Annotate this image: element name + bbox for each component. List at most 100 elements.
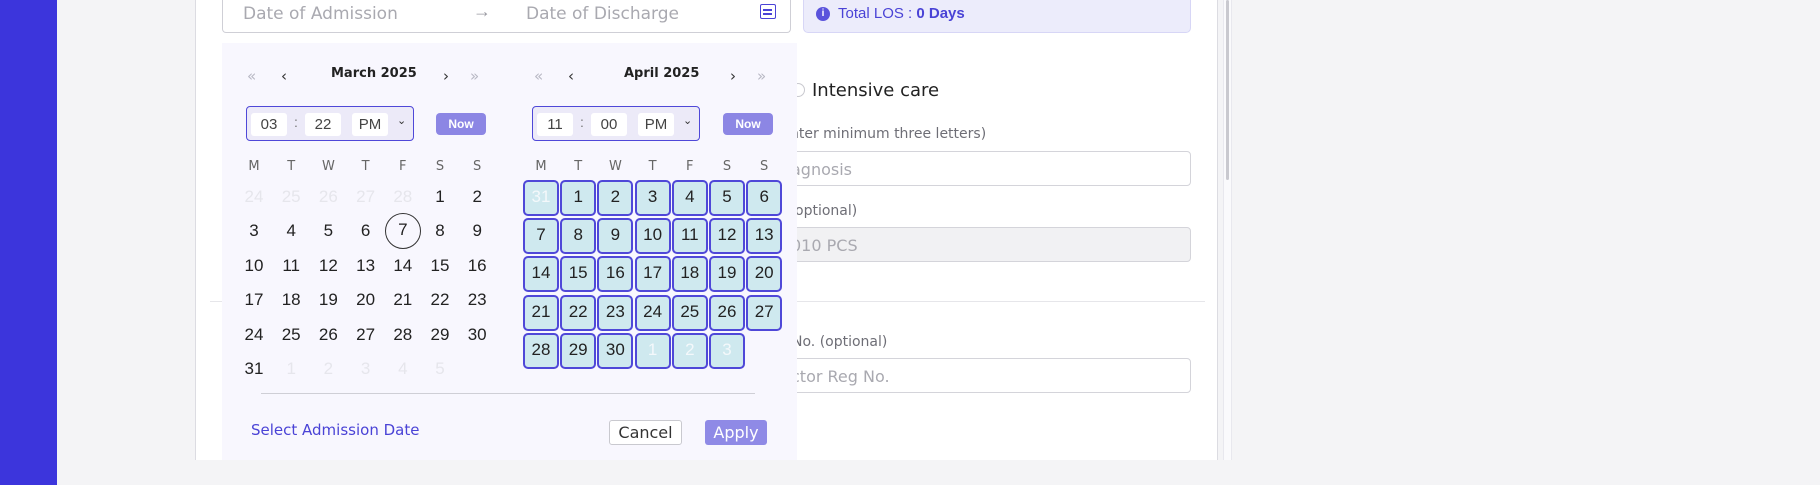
calendar-day[interactable]: 24 (237, 318, 271, 352)
calendar-day[interactable]: 23 (460, 283, 494, 317)
ampm-field[interactable]: PM (638, 113, 674, 136)
minute-field[interactable]: 00 (591, 113, 627, 136)
calendar-day[interactable]: 16 (597, 256, 634, 293)
ampm-field[interactable]: PM (352, 113, 388, 136)
calendar-day[interactable]: 20 (349, 283, 383, 317)
scrollbar[interactable] (1223, 0, 1232, 460)
next-month-icon[interactable]: › (443, 67, 449, 85)
calendar-day[interactable]: 5 (709, 180, 745, 216)
next-month-icon[interactable]: › (730, 67, 736, 85)
calendar-day[interactable]: 25 (671, 294, 708, 331)
calendar-day[interactable]: 5 (423, 352, 457, 386)
calendar-day[interactable]: 30 (597, 332, 634, 369)
select-admission-label: Select Admission Date (251, 421, 420, 439)
calendar-day[interactable]: 2 (311, 352, 345, 386)
now-button[interactable]: Now (436, 113, 486, 135)
calendar-day[interactable]: 21 (386, 283, 420, 317)
calendar-day[interactable]: 19 (709, 256, 745, 293)
calendar-day[interactable]: 15 (560, 256, 597, 293)
calendar-day[interactable]: 1 (423, 180, 457, 214)
calendar-day[interactable]: 10 (634, 218, 671, 255)
calendar-day[interactable]: 20 (746, 256, 783, 293)
scrollbar-thumb[interactable] (1226, 0, 1229, 180)
calendar-day[interactable]: 27 (746, 294, 783, 331)
prev-year-icon[interactable]: « (247, 67, 256, 85)
apply-button[interactable]: Apply (705, 420, 767, 445)
calendar-day[interactable]: 18 (274, 283, 308, 317)
admission-discharge-date-range[interactable]: Date of Admission → Date of Discharge (222, 0, 791, 33)
calendar-day[interactable]: 14 (523, 256, 559, 293)
calendar-day[interactable]: 2 (671, 332, 708, 369)
hour-field[interactable]: 11 (537, 113, 573, 136)
now-button[interactable]: Now (723, 113, 773, 135)
calendar-day[interactable]: 29 (423, 318, 457, 352)
calendar-day[interactable]: 25 (274, 180, 308, 214)
calendar-day[interactable]: 2 (460, 180, 494, 214)
chevron-down-icon[interactable]: ⌄ (683, 114, 692, 127)
calendar-day[interactable]: 29 (560, 332, 597, 369)
next-year-icon[interactable]: » (470, 67, 479, 85)
prev-year-icon[interactable]: « (534, 67, 543, 85)
calendar-day[interactable]: 6 (349, 214, 383, 248)
calendar-day[interactable]: 19 (311, 283, 345, 317)
calendar-day[interactable]: 26 (311, 318, 345, 352)
calendar-day[interactable]: 3 (634, 180, 671, 216)
calendar-day[interactable]: 24 (634, 294, 671, 331)
calendar-day[interactable]: 15 (423, 249, 457, 283)
chevron-down-icon[interactable]: ⌄ (397, 114, 406, 127)
calendar-day[interactable]: 17 (237, 283, 271, 317)
calendar-day[interactable]: 31 (237, 352, 271, 386)
cancel-button[interactable]: Cancel (609, 420, 682, 445)
calendar-day[interactable]: 2 (597, 180, 634, 216)
calendar-day[interactable]: 4 (386, 352, 420, 386)
calendar-day-today[interactable]: 7 (384, 213, 421, 250)
calendar-day[interactable]: 22 (423, 283, 457, 317)
hour-field[interactable]: 03 (251, 113, 287, 136)
calendar-day[interactable]: 9 (460, 214, 494, 248)
next-year-icon[interactable]: » (757, 67, 766, 85)
calendar-day[interactable]: 3 (237, 214, 271, 248)
calendar-day[interactable]: 11 (671, 218, 708, 255)
calendar-day[interactable]: 9 (597, 218, 634, 255)
calendar-day[interactable]: 13 (349, 249, 383, 283)
calendar-day[interactable]: 28 (386, 318, 420, 352)
calendar-day[interactable]: 4 (274, 214, 308, 248)
calendar-day[interactable]: 10 (237, 249, 271, 283)
calendar-day[interactable]: 17 (634, 256, 671, 293)
calendar-day[interactable]: 11 (274, 249, 308, 283)
calendar-day[interactable]: 4 (671, 180, 708, 216)
prev-month-icon[interactable]: ‹ (568, 67, 574, 85)
calendar-day[interactable]: 13 (746, 218, 783, 255)
prev-month-icon[interactable]: ‹ (281, 67, 287, 85)
calendar-day[interactable]: 12 (709, 218, 745, 255)
calendar-day[interactable]: 28 (523, 332, 559, 369)
calendar-day[interactable]: 21 (523, 294, 559, 331)
calendar-day[interactable]: 31 (523, 180, 559, 216)
calendar-day[interactable]: 25 (274, 318, 308, 352)
calendar-day[interactable]: 3 (709, 332, 745, 369)
calendar-day[interactable]: 1 (560, 180, 597, 216)
calendar-day[interactable]: 12 (311, 249, 345, 283)
calendar-day[interactable]: 22 (560, 294, 597, 331)
calendar-day[interactable]: 1 (634, 332, 671, 369)
calendar-day[interactable]: 26 (311, 180, 345, 214)
calendar-day[interactable]: 24 (237, 180, 271, 214)
calendar-day[interactable]: 18 (671, 256, 708, 293)
calendar-day[interactable]: 27 (349, 180, 383, 214)
calendar-day[interactable]: 6 (746, 180, 783, 216)
calendar-day[interactable]: 30 (460, 318, 494, 352)
calendar-day[interactable]: 27 (349, 318, 383, 352)
calendar-day[interactable]: 26 (709, 294, 745, 331)
calendar-day[interactable]: 16 (460, 249, 494, 283)
calendar-day[interactable]: 5 (311, 214, 345, 248)
calendar-day[interactable]: 8 (423, 214, 457, 248)
calendar-day[interactable]: 7 (523, 218, 559, 255)
minute-field[interactable]: 22 (305, 113, 341, 136)
calendar-day[interactable]: 28 (386, 180, 420, 214)
calendar-icon[interactable] (760, 4, 776, 19)
calendar-day[interactable]: 3 (349, 352, 383, 386)
calendar-day[interactable]: 23 (597, 294, 634, 331)
calendar-day[interactable]: 1 (274, 352, 308, 386)
calendar-day[interactable]: 8 (560, 218, 597, 255)
calendar-day[interactable]: 14 (386, 249, 420, 283)
